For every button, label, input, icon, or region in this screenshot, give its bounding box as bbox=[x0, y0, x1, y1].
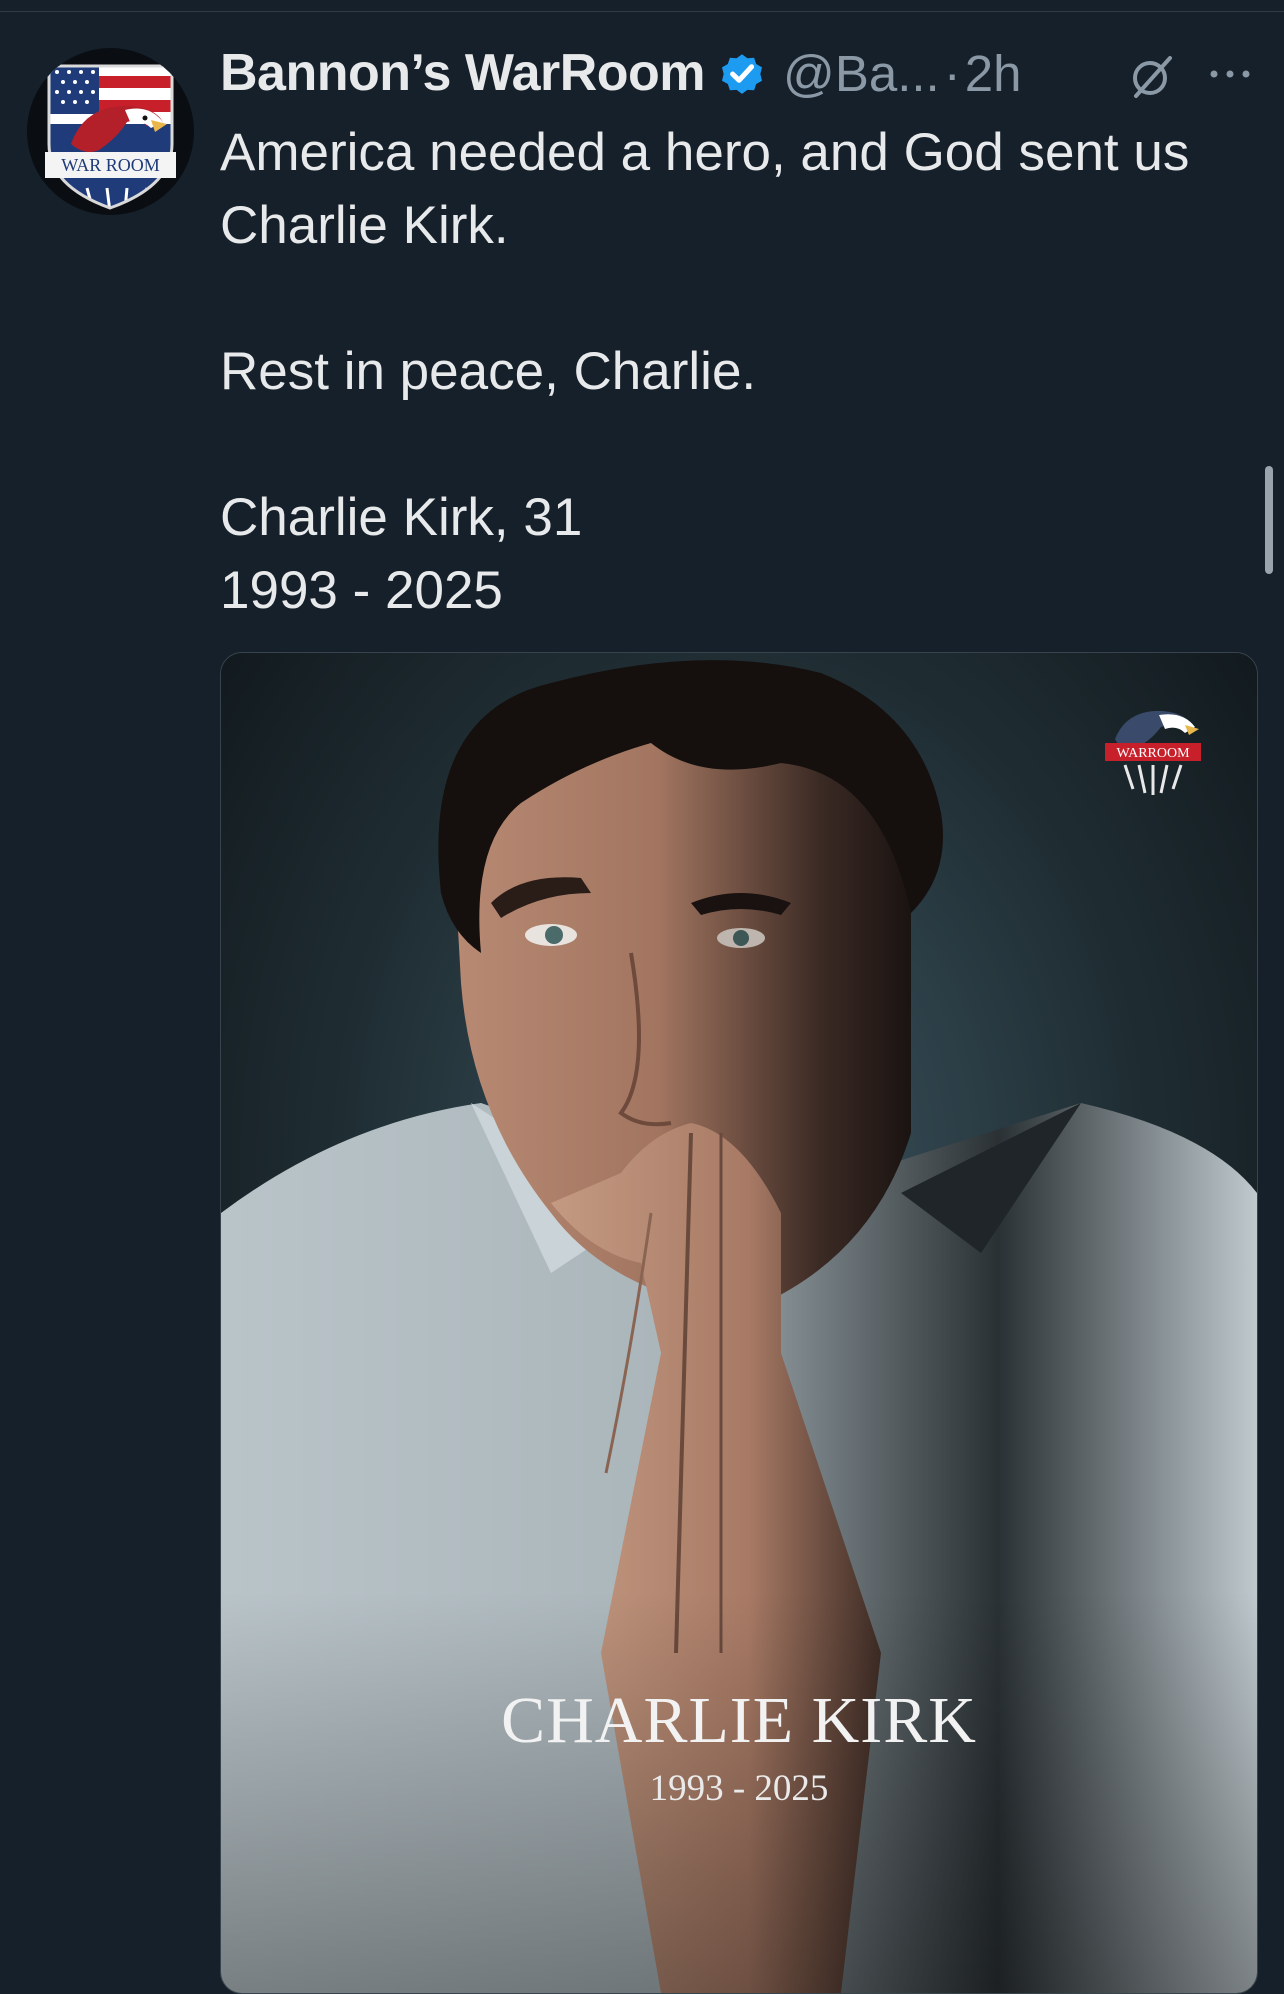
svg-text:WARROOM: WARROOM bbox=[1116, 746, 1190, 761]
grok-icon[interactable] bbox=[1128, 52, 1176, 100]
svg-text:WAR ROOM: WAR ROOM bbox=[61, 155, 160, 175]
scrollbar[interactable] bbox=[1265, 466, 1273, 574]
display-name[interactable]: Bannon’s WarRoom bbox=[220, 43, 706, 103]
media-years: 1993 - 2025 bbox=[649, 1768, 829, 1809]
post-media-image[interactable]: WARROOM CHARLIE KIRK 1993 - 2025 bbox=[220, 652, 1258, 1994]
verified-badge-icon bbox=[722, 54, 763, 94]
post-text-line: Charlie Kirk, 31 bbox=[220, 488, 583, 547]
timestamp[interactable]: 2h bbox=[965, 44, 1022, 103]
warroom-shield-icon: WAR ROOM bbox=[45, 64, 176, 210]
top-divider bbox=[0, 11, 1284, 12]
post-text-line: Rest in peace, Charlie. bbox=[220, 342, 757, 401]
more-icon[interactable] bbox=[1206, 62, 1254, 86]
post-text: America needed a hero, and God sent us C… bbox=[220, 116, 1260, 627]
post-text-line: 1993 - 2025 bbox=[220, 561, 503, 620]
handle[interactable]: @Ba... bbox=[783, 44, 940, 103]
post-text-line: America needed a hero, and God sent us C… bbox=[220, 123, 1190, 255]
avatar[interactable]: WAR ROOM bbox=[27, 48, 194, 215]
separator-dot: · bbox=[943, 44, 961, 102]
warroom-logo: WARROOM bbox=[1105, 710, 1201, 795]
media-title: CHARLIE KIRK bbox=[501, 1684, 977, 1757]
post-header: Bannon’s WarRoom @Ba... · 2h bbox=[220, 38, 1021, 108]
